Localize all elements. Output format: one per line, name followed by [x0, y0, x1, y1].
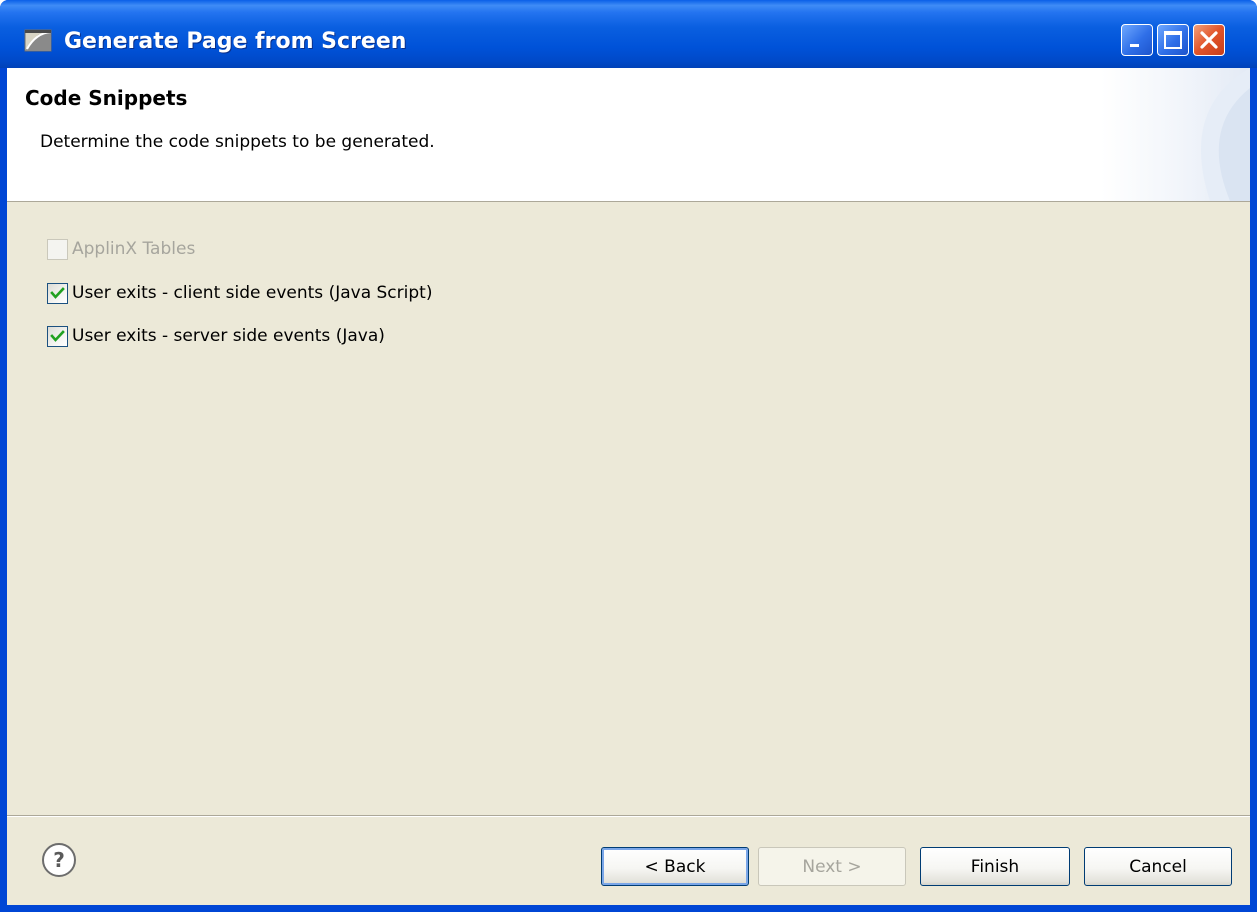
option-label[interactable]: User exits - server side events (Java) [72, 326, 385, 346]
close-button[interactable] [1193, 24, 1225, 56]
wizard-header: Code Snippets Determine the code snippet… [7, 68, 1250, 202]
client-side-events-checkbox[interactable] [47, 282, 68, 304]
page-title: Code Snippets [25, 86, 188, 110]
cancel-button[interactable]: Cancel [1084, 847, 1232, 886]
back-button[interactable]: < Back [601, 847, 749, 886]
banner-decoration [1201, 68, 1250, 201]
maximize-button[interactable] [1157, 24, 1189, 56]
minimize-icon [1130, 44, 1139, 47]
dialog-client-area: Code Snippets Determine the code snippet… [7, 68, 1250, 905]
eclipse-wizard-icon [24, 27, 54, 53]
option-label[interactable]: User exits - client side events (Java Sc… [72, 283, 432, 303]
window-title: Generate Page from Screen [64, 29, 407, 54]
option-server-side-events[interactable]: User exits - server side events (Java) [47, 323, 385, 349]
checkmark-icon [50, 329, 65, 342]
close-icon [1200, 31, 1218, 49]
title-bar[interactable]: Generate Page from Screen [0, 0, 1257, 68]
window-border-bottom [0, 905, 1257, 912]
window-border-left [0, 68, 7, 912]
server-side-events-checkbox[interactable] [47, 325, 68, 347]
page-description: Determine the code snippets to be genera… [40, 132, 435, 152]
dialog-window: Generate Page from Screen Code Snippets … [0, 0, 1257, 912]
help-icon: ? [42, 843, 76, 877]
option-label: ApplinX Tables [72, 239, 196, 259]
finish-button[interactable]: Finish [920, 847, 1070, 886]
svg-text:?: ? [53, 848, 65, 872]
applinx-tables-checkbox [47, 238, 68, 260]
footer-separator [7, 815, 1250, 817]
checkmark-icon [50, 286, 65, 299]
maximize-icon [1164, 31, 1182, 49]
help-button[interactable]: ? [40, 841, 78, 879]
minimize-button[interactable] [1121, 24, 1153, 56]
next-button[interactable]: Next > [758, 847, 906, 886]
window-border-right [1250, 68, 1257, 912]
option-client-side-events[interactable]: User exits - client side events (Java Sc… [47, 280, 432, 306]
option-applinx-tables: ApplinX Tables [47, 236, 195, 262]
